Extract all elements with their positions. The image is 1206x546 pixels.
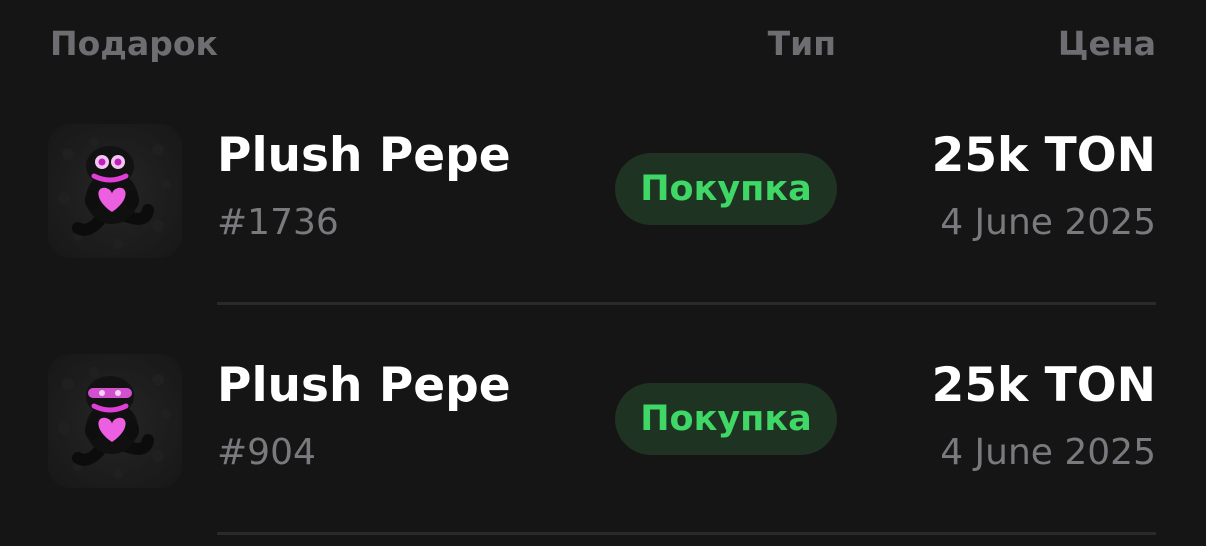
plush-pepe-icon <box>48 124 182 258</box>
date-value: 4 June 2025 <box>940 432 1156 473</box>
date-value: 4 June 2025 <box>940 202 1156 243</box>
gift-number: #904 <box>217 432 316 473</box>
price-value: 25k TON <box>931 128 1156 183</box>
type-badge: Покупка <box>615 383 837 455</box>
row-divider <box>217 532 1156 535</box>
column-header-gift: Подарок <box>50 24 218 63</box>
table-row[interactable]: Plush Pepe #904 Покупка 25k TON 4 June 2… <box>0 306 1206 536</box>
gift-number: #1736 <box>217 202 339 243</box>
plush-pepe-icon <box>48 354 182 488</box>
column-header-price: Цена <box>1057 24 1156 63</box>
price-value: 25k TON <box>931 358 1156 413</box>
type-badge: Покупка <box>615 153 837 225</box>
gift-name: Plush Pepe <box>217 128 511 183</box>
row-divider <box>217 302 1156 305</box>
gift-name: Plush Pepe <box>217 358 511 413</box>
column-header-type: Тип <box>767 24 836 63</box>
table-header: Подарок Тип Цена <box>0 24 1206 70</box>
table-row[interactable]: Plush Pepe #1736 Покупка 25k TON 4 June … <box>0 76 1206 306</box>
